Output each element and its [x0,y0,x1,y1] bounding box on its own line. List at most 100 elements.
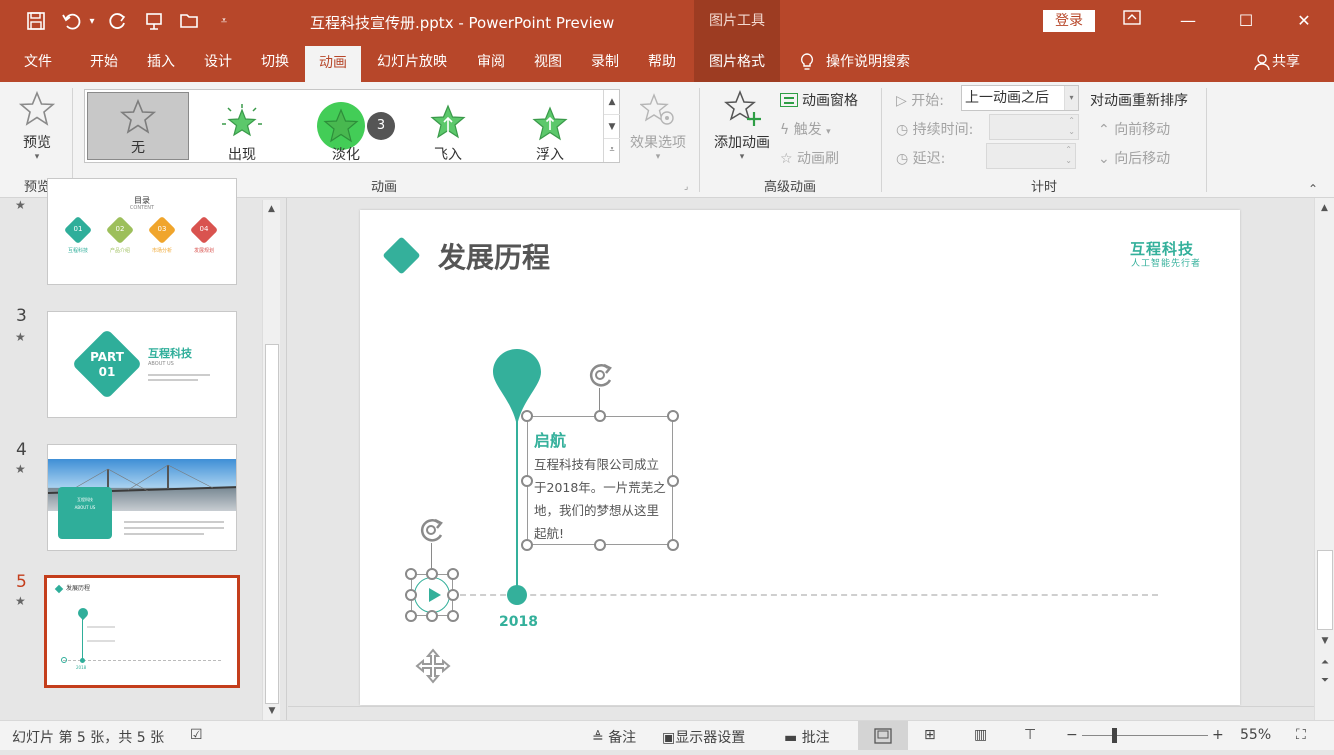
resize-handle[interactable] [426,610,438,622]
resize-handle[interactable] [521,475,533,487]
animation-none[interactable]: 无 [87,92,189,160]
add-animation-button[interactable]: 添加动画 ▾ [708,89,776,170]
notes-button[interactable]: ≜ 备注 [592,727,636,747]
scroll-thumb[interactable] [265,344,279,704]
zoom-in-icon[interactable]: + [1212,727,1224,743]
slide-thumbnail-2[interactable]: 目录 CONTENT 01 互程科技 02 产品介绍 03 市场分析 04 发展… [47,178,237,285]
dialog-launcher-icon[interactable]: ⌟ [684,182,688,192]
slide-canvas[interactable]: 发展历程 互程科技 人工智能先行者 启航 互程科技有限公司成立于2018年。一片… [360,210,1240,705]
gallery-more-icon[interactable]: ⩡ [604,138,620,162]
maximize-icon[interactable]: ☐ [1226,6,1266,36]
fit-to-window-icon[interactable]: ⛶ [1296,727,1306,743]
slide-scrollbar[interactable]: ▲ ▼ ⏶ ⏷ [1314,198,1334,720]
tab-help[interactable]: 帮助 [637,42,687,82]
tab-home[interactable]: 开始 [78,42,130,82]
tab-review[interactable]: 审阅 [466,42,516,82]
effect-options-button[interactable]: 效果选项 ▾ [626,92,690,164]
scroll-up-icon[interactable]: ▲ [1315,198,1334,218]
gallery-down-icon[interactable]: ▼ [604,114,620,138]
resize-handle[interactable] [667,475,679,487]
zoom-level[interactable]: 55% [1240,727,1271,743]
collapse-ribbon-icon[interactable]: ⌃ [1308,182,1318,196]
pane-divider[interactable] [286,198,287,720]
login-button[interactable]: 登录 [1043,10,1095,32]
minimize-icon[interactable]: — [1168,6,1208,36]
previous-slide-icon[interactable]: ⏶ [1315,654,1334,672]
trigger-button[interactable]: ϟ 触发 ▾ [780,119,831,139]
tab-view[interactable]: 视图 [523,42,573,82]
share-button[interactable]: 共享 [1272,42,1312,82]
animation-fade[interactable]: 淡化 3 [295,100,397,168]
start-select[interactable]: 上一动画之后 ▾ [961,85,1079,111]
slideshow-view-icon[interactable]: ⊤ [1024,727,1036,743]
tab-picture-format[interactable]: 图片格式 [694,42,780,82]
resize-handle[interactable] [426,568,438,580]
scroll-down-icon[interactable]: ▼ [1315,632,1334,650]
resize-handle[interactable] [447,589,459,601]
tab-file[interactable]: 文件 [14,42,62,82]
display-settings-button[interactable]: ▣显示器设置 [662,727,745,747]
normal-view-button[interactable] [858,721,908,750]
gallery-up-icon[interactable]: ▲ [604,90,620,114]
tell-me-search[interactable]: 操作说明搜索 [826,42,926,82]
reading-view-icon[interactable]: ▥ [974,727,987,743]
undo-dropdown-icon[interactable]: ▾ [86,8,98,34]
delay-spinner-icon[interactable]: ⌃ ⌄ [1065,144,1072,166]
rotate-handle-icon[interactable] [417,515,449,545]
timeline-dot[interactable] [507,585,527,605]
tab-animations[interactable]: 动画 [305,46,361,82]
undo-icon[interactable] [58,8,84,34]
resize-handle[interactable] [594,410,606,422]
resize-handle[interactable] [405,589,417,601]
customize-qat-icon[interactable]: ⩡ [216,8,232,34]
move-earlier-button[interactable]: ⌃ 向前移动 [1098,119,1170,139]
scroll-down-icon[interactable]: ▼ [263,702,281,720]
resize-handle[interactable] [447,568,459,580]
slide-sorter-icon[interactable]: ⊞ [924,727,936,743]
zoom-out-icon[interactable]: − [1066,727,1078,743]
zoom-slider-track[interactable] [1082,735,1208,736]
resize-handle[interactable] [667,539,679,551]
scroll-thumb[interactable] [1317,550,1333,630]
animation-float-in[interactable]: 浮入 [499,100,601,168]
milestone-text-box[interactable]: 启航 互程科技有限公司成立于2018年。一片荒芜之地，我们的梦想从这里起航! [527,416,673,545]
slide-thumbnail-5[interactable]: 发展历程 2018 [44,575,240,688]
tab-slideshow[interactable]: 幻灯片放映 [368,42,456,82]
presentation-icon[interactable] [140,8,168,34]
resize-handle[interactable] [667,410,679,422]
resize-handle[interactable] [521,539,533,551]
tab-record[interactable]: 录制 [580,42,630,82]
tab-insert[interactable]: 插入 [136,42,186,82]
resize-handle[interactable] [447,610,459,622]
ribbon-display-options-icon[interactable] [1112,6,1152,36]
tab-transitions[interactable]: 切换 [250,42,300,82]
comments-button[interactable]: ▬ 批注 [784,727,830,747]
resize-handle[interactable] [594,539,606,551]
resize-handle[interactable] [405,610,417,622]
move-later-button[interactable]: ⌄ 向后移动 [1098,148,1170,168]
preview-button[interactable]: 预览 ▾ [14,90,60,170]
save-icon[interactable] [22,8,50,34]
thumbnails-scrollbar[interactable]: ▲ ▼ [262,200,280,720]
zoom-slider-thumb[interactable] [1112,728,1117,743]
animation-appear[interactable]: 出现 [191,100,293,168]
accessibility-icon[interactable]: ☑ [190,727,203,743]
animation-pane-button[interactable]: 动画窗格 [780,90,858,110]
redo-icon[interactable] [104,8,132,34]
next-slide-icon[interactable]: ⏷ [1315,672,1334,690]
scroll-up-icon[interactable]: ▲ [263,200,280,218]
move-arrows-icon[interactable] [415,648,451,684]
animation-painter-button[interactable]: ☆ 动画刷 [780,148,839,168]
slide-thumbnail-4[interactable]: 互程科技 ABOUT US [47,444,237,551]
resize-handle[interactable] [405,568,417,580]
resize-handle[interactable] [521,410,533,422]
open-folder-icon[interactable] [176,8,204,34]
slide-thumbnail-3[interactable]: PART 01 互程科技 ABOUT US [47,311,237,418]
rotate-handle-icon[interactable] [586,360,618,390]
tab-design[interactable]: 设计 [193,42,243,82]
duration-input[interactable]: ⌃ ⌄ [989,114,1079,140]
slide-title[interactable]: 发展历程 [438,236,550,276]
animation-fly-in[interactable]: 飞入 [397,100,499,168]
delay-input[interactable]: ⌃ ⌄ [986,143,1076,169]
duration-spinner-icon[interactable]: ⌃ ⌄ [1068,115,1075,137]
